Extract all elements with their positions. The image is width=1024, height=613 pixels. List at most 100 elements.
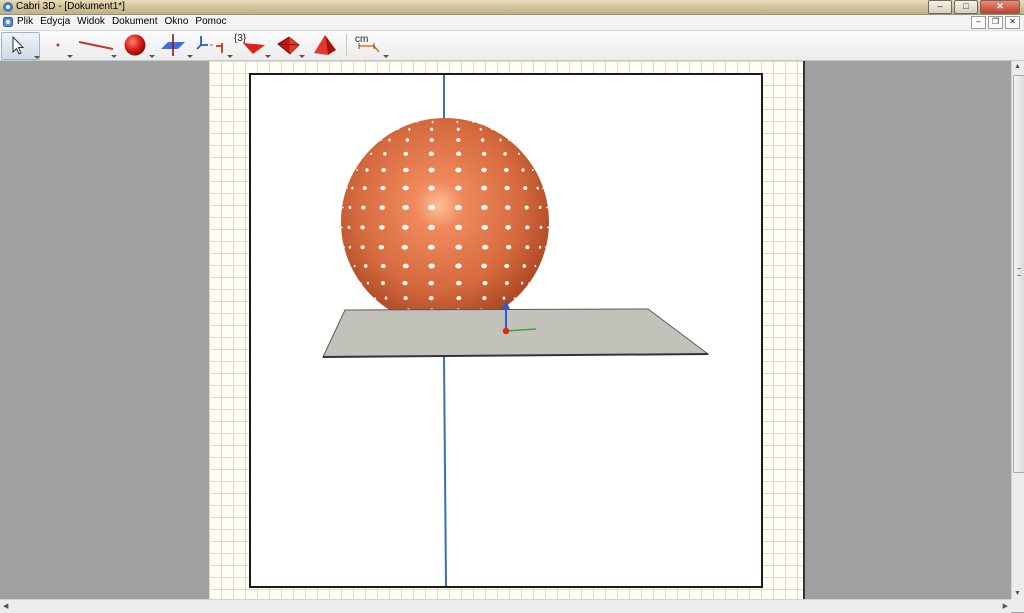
sphere-hole xyxy=(361,205,366,210)
horizontal-scrollbar[interactable]: ◀ ▶ xyxy=(0,599,1011,613)
measurement-label: cm xyxy=(355,34,368,45)
sphere-hole xyxy=(482,244,489,250)
menu-edycja[interactable]: Edycja xyxy=(40,16,70,27)
sphere-hole xyxy=(348,245,352,249)
sphere-hole xyxy=(428,151,435,157)
sphere-hole xyxy=(428,185,435,191)
regular-polygon-tool-button[interactable]: {3} xyxy=(234,32,271,58)
document-close-button[interactable]: ✕ xyxy=(1005,16,1020,29)
sphere-hole xyxy=(547,226,549,229)
vertical-scrollbar[interactable]: ▲ ▼ xyxy=(1011,61,1024,599)
sphere[interactable] xyxy=(341,118,549,326)
sphere-hole xyxy=(381,167,386,173)
sphere-hole xyxy=(455,263,462,269)
sphere-hole xyxy=(480,138,485,142)
sphere-hole xyxy=(383,151,387,156)
line-icon xyxy=(78,41,114,50)
pyramid-icon xyxy=(314,35,336,55)
document-icon[interactable] xyxy=(2,16,14,28)
sphere-hole xyxy=(472,121,474,123)
transformation-tool-button[interactable] xyxy=(194,32,233,58)
scroll-right-arrow[interactable]: ▶ xyxy=(1003,602,1008,610)
sphere-hole xyxy=(504,167,509,173)
menu-bar: Plik Edycja Widok Dokument Okno Pomoc – … xyxy=(0,15,1024,31)
vertical-scroll-thumb[interactable] xyxy=(1013,75,1024,473)
sphere-hole xyxy=(380,263,386,269)
document-restore-button[interactable]: ❐ xyxy=(988,16,1003,29)
tetrahedron-tool-button[interactable] xyxy=(274,32,305,58)
sphere-hole xyxy=(428,204,436,211)
window-close-button[interactable]: ✕ xyxy=(980,0,1020,14)
sphere-hole xyxy=(402,263,409,269)
sphere-hole xyxy=(479,127,482,131)
sphere-hole xyxy=(455,151,462,157)
measurement-tool-button[interactable]: cm xyxy=(352,32,389,58)
sphere-hole xyxy=(534,264,537,268)
sphere-hole xyxy=(455,185,462,191)
sphere-hole xyxy=(405,138,410,142)
line-tool-button[interactable] xyxy=(76,32,117,58)
3d-scene[interactable] xyxy=(251,75,761,587)
window-minimize-button[interactable]: – xyxy=(928,0,952,14)
toolbar: {3} cm xyxy=(0,31,1024,61)
sphere-hole xyxy=(428,295,434,301)
sphere-hole xyxy=(402,205,409,210)
sphere-hole xyxy=(374,297,377,300)
sphere-hole xyxy=(427,224,435,230)
sphere-hole xyxy=(379,205,386,210)
sphere-hole xyxy=(456,295,462,301)
sphere-hole xyxy=(401,244,408,250)
title-bar: Cabri 3D - [Dokument1*] – □ ✕ xyxy=(0,0,1024,15)
sphere-hole xyxy=(431,120,434,124)
sphere-hole xyxy=(520,281,524,285)
workspace xyxy=(0,61,1011,599)
sphere-hole xyxy=(343,246,346,248)
sphere-hole xyxy=(455,167,462,173)
sphere-hole xyxy=(504,263,510,269)
pointer-tool-button[interactable] xyxy=(1,32,40,60)
document-minimize-button[interactable]: – xyxy=(971,16,986,29)
sphere-hole xyxy=(360,245,365,250)
base-plane[interactable] xyxy=(322,308,710,358)
sphere-hole xyxy=(360,282,362,284)
menu-plik[interactable]: Plik xyxy=(17,16,33,27)
perpendicular-plane-tool-button[interactable] xyxy=(158,32,193,58)
sphere-hole xyxy=(430,127,434,132)
3d-view[interactable] xyxy=(249,73,763,588)
scroll-up-arrow[interactable]: ▲ xyxy=(1014,63,1021,70)
sphere-hole xyxy=(428,167,435,173)
sphere-hole xyxy=(403,151,409,156)
sphere-hole xyxy=(503,151,507,156)
sphere-hole xyxy=(528,282,530,284)
sphere-hole xyxy=(523,186,528,191)
sphere-hole xyxy=(455,244,463,250)
sphere-hole xyxy=(544,246,547,248)
sphere-hole xyxy=(403,296,408,301)
sphere-hole xyxy=(427,244,435,250)
sphere-hole xyxy=(481,151,487,156)
sphere-hole xyxy=(481,224,489,230)
sphere-hole xyxy=(351,186,354,190)
sphere-hole xyxy=(428,280,435,286)
menu-dokument[interactable]: Dokument xyxy=(112,16,158,27)
sphere-hole xyxy=(381,281,386,286)
sphere-hole xyxy=(365,168,369,172)
point-tool-button[interactable] xyxy=(46,32,73,58)
sphere-hole xyxy=(378,244,385,250)
menu-okno[interactable]: Okno xyxy=(165,16,189,27)
sphere-hole xyxy=(456,137,461,143)
scroll-left-arrow[interactable]: ◀ xyxy=(3,602,8,610)
menu-widok[interactable]: Widok xyxy=(77,16,105,27)
pyramid-tool-button[interactable] xyxy=(310,32,340,58)
sphere-hole xyxy=(513,297,516,300)
sphere-tool-button[interactable] xyxy=(120,32,155,58)
sphere-hole xyxy=(388,138,391,142)
sphere-hole xyxy=(380,185,386,191)
sphere-hole xyxy=(362,186,367,191)
window-maximize-button[interactable]: □ xyxy=(954,0,978,14)
scroll-down-arrow[interactable]: ▼ xyxy=(1014,590,1021,597)
regular-polygon-label: {3} xyxy=(234,33,247,44)
cabri-app-icon xyxy=(3,2,13,12)
sphere-hole xyxy=(490,128,493,131)
menu-pomoc[interactable]: Pomoc xyxy=(195,16,226,27)
